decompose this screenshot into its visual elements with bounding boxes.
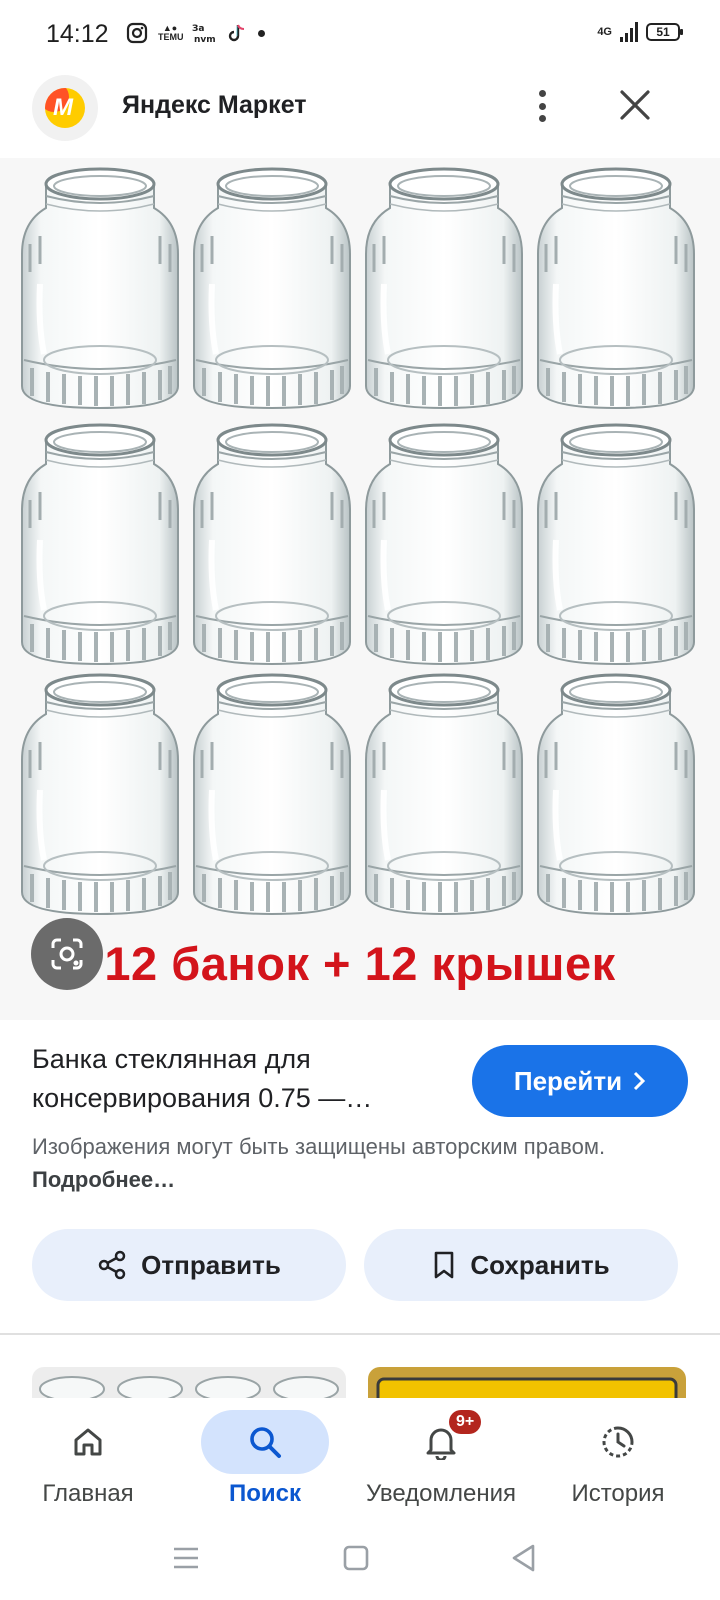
status-notification-icons: ▲● TEMU За nvm <box>126 22 265 44</box>
home-button[interactable] <box>338 1540 374 1576</box>
home-icon <box>74 1428 102 1456</box>
preview-image[interactable]: 12 банок + 12 крышек <box>0 158 720 1020</box>
jars-photo <box>14 164 706 944</box>
nav-home[interactable]: Главная <box>3 1398 173 1518</box>
battery-level: 51 <box>656 25 670 39</box>
site-title[interactable]: Яндекс Маркет <box>122 91 307 120</box>
jar-image <box>18 670 182 918</box>
nav-search-label: Поиск <box>228 1480 302 1507</box>
visit-button[interactable]: Перейти <box>472 1045 688 1117</box>
learn-more-link[interactable]: Подробнее… <box>32 1167 175 1192</box>
search-icon <box>250 1427 281 1458</box>
battery-icon: 51 <box>646 23 683 41</box>
jar-image <box>190 670 354 918</box>
visit-button-label: Перейти <box>513 1065 623 1096</box>
recent-apps-button[interactable] <box>168 1540 204 1576</box>
back-button[interactable] <box>506 1540 542 1576</box>
nav-home-label: Главная <box>42 1480 134 1507</box>
divider <box>0 1333 720 1335</box>
save-label: Сохранить <box>470 1249 610 1280</box>
jar-image <box>534 670 698 918</box>
yandex-market-logo <box>32 75 98 141</box>
jar-image <box>18 420 182 668</box>
status-system-icons: 4G 51 <box>597 22 683 42</box>
svg-text:nvm: nvm <box>194 35 216 44</box>
nav-notifications-label: Уведомления <box>365 1480 517 1507</box>
notification-badge: 9+ <box>449 1410 482 1434</box>
more-notifications-dot <box>258 29 265 37</box>
more-vert-icon <box>538 90 546 97</box>
share-button[interactable]: Отправить <box>32 1229 346 1301</box>
lens-icon <box>51 938 83 970</box>
temu-icon: ▲● TEMU <box>158 23 184 42</box>
jar-image <box>534 420 698 668</box>
copyright-text: Изображения могут быть защищены авторски… <box>32 1134 606 1159</box>
chevron-right-icon <box>634 1071 646 1091</box>
jar-image <box>362 420 526 668</box>
lens-button[interactable] <box>31 918 103 990</box>
close-button[interactable] <box>617 87 653 123</box>
nav-history[interactable]: История <box>533 1398 703 1518</box>
image-caption: 12 банок + 12 крышек <box>104 937 616 990</box>
svg-text:За: За <box>192 24 204 34</box>
save-button[interactable]: Сохранить <box>364 1229 678 1301</box>
jar-image <box>190 420 354 668</box>
jar-image <box>362 670 526 918</box>
tiktok-icon <box>228 24 245 42</box>
share-label: Отправить <box>141 1249 281 1280</box>
jar-image <box>362 164 526 412</box>
nav-notifications[interactable]: 9+ Уведомления <box>356 1398 526 1518</box>
zapravda-icon: За nvm <box>192 24 216 44</box>
nav-history-label: История <box>571 1480 665 1507</box>
source-header: Яндекс Маркет <box>0 72 720 158</box>
status-time: 14:12 <box>46 20 109 48</box>
system-navigation-bar <box>0 1518 720 1600</box>
more-options-button[interactable] <box>528 86 556 126</box>
network-type: 4G <box>597 26 612 38</box>
jar-image <box>190 164 354 412</box>
bottom-navigation: Главная Поиск 9+ Уведомления История <box>0 1398 720 1518</box>
share-icon <box>98 1250 126 1280</box>
nav-search[interactable]: Поиск <box>180 1398 350 1518</box>
copyright-notice: Изображения могут быть защищены авторски… <box>32 1130 632 1196</box>
signal-icon <box>620 22 638 42</box>
jar-image <box>534 164 698 412</box>
result-title[interactable]: Банка стеклянная для консервирования 0.7… <box>32 1040 442 1118</box>
status-bar: 14:12 ▲● TEMU За nvm 4G 51 <box>0 0 720 72</box>
bookmark-icon <box>435 1251 454 1279</box>
history-icon <box>602 1426 634 1458</box>
instagram-icon <box>126 22 148 44</box>
jar-image <box>18 164 182 412</box>
